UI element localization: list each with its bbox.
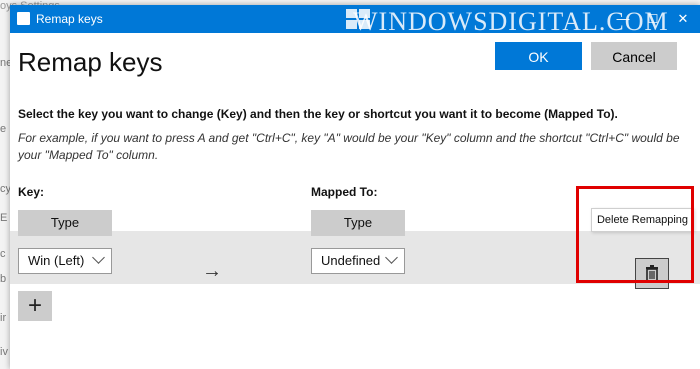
example-text: For example, if you want to press A and … — [18, 131, 680, 162]
cancel-button[interactable]: Cancel — [591, 42, 677, 70]
background-side-text: ir — [0, 312, 7, 324]
background-side-text: c — [0, 248, 6, 260]
key-dropdown-value: Win (Left) — [28, 253, 85, 268]
keyboard-icon — [17, 12, 30, 25]
background-side-text: iv — [0, 346, 8, 358]
mapped-to-column-label: Mapped To: — [311, 185, 378, 199]
ok-button[interactable]: OK — [495, 42, 582, 70]
mapped-to-dropdown[interactable]: Undefined — [311, 248, 405, 274]
background-side-text: E — [0, 212, 8, 224]
background-side-text: b — [0, 273, 7, 285]
window-title: Remap keys — [36, 12, 103, 26]
instructions-text: Select the key you want to change (Key) … — [18, 107, 618, 121]
key-type-button[interactable]: Type — [18, 210, 112, 236]
minimize-button[interactable]: — — [608, 5, 638, 33]
mapped-type-button[interactable]: Type — [311, 210, 405, 236]
title-bar: Remap keys WINDOWSDIGITAL.COM — ☐ ✕ — [10, 5, 700, 36]
chevron-down-icon — [385, 251, 398, 264]
background-side-text: e — [0, 123, 7, 135]
add-remapping-button[interactable]: + — [18, 291, 52, 321]
plus-icon: + — [27, 292, 42, 319]
mapped-to-dropdown-value: Undefined — [321, 253, 381, 268]
chevron-down-icon — [92, 251, 105, 264]
arrow-right-icon: → — [202, 260, 222, 282]
key-column-label: Key: — [18, 185, 45, 199]
maximize-button[interactable]: ☐ — [638, 5, 668, 33]
key-dropdown[interactable]: Win (Left) — [18, 248, 112, 274]
page-title: Remap keys — [18, 47, 163, 77]
highlight-box — [576, 186, 694, 283]
close-button[interactable]: ✕ — [668, 5, 698, 33]
